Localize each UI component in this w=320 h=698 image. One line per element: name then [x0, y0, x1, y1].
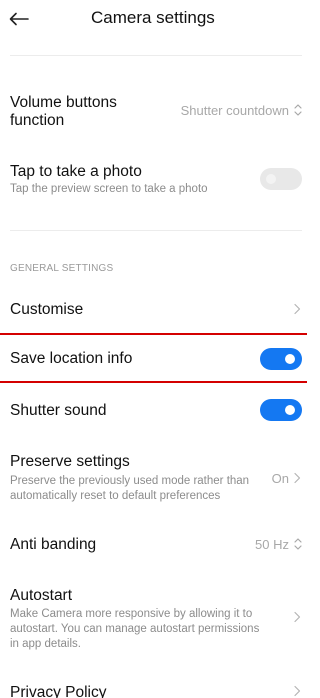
- customise-label: Customise: [10, 301, 84, 318]
- arrow-left-icon: [9, 12, 29, 26]
- preserve-settings-setting[interactable]: Preserve settings Preserve the previousl…: [0, 448, 307, 508]
- toggle-knob: [285, 354, 295, 364]
- privacy-policy-label: Privacy Policy: [10, 684, 107, 698]
- anti-banding-setting[interactable]: Anti banding 50 Hz: [0, 525, 307, 563]
- anti-banding-value: 50 Hz: [255, 537, 289, 552]
- tap-to-take-photo-setting: Tap to take a photo Tap the preview scre…: [0, 155, 307, 205]
- chevron-up-down-icon: [294, 104, 302, 116]
- preserve-settings-value: On: [271, 471, 289, 486]
- header: Camera settings: [0, 0, 307, 40]
- save-location-info-label: Save location info: [10, 350, 133, 367]
- chevron-right-icon: [294, 472, 301, 484]
- chevron-right-icon: [294, 685, 301, 697]
- shutter-sound-setting: Shutter sound: [0, 390, 307, 430]
- tap-to-take-photo-toggle[interactable]: [260, 168, 302, 190]
- page-title: Camera settings: [91, 8, 215, 27]
- chevron-right-icon: [294, 611, 301, 623]
- toggle-knob: [266, 174, 276, 184]
- anti-banding-label: Anti banding: [10, 536, 97, 553]
- save-location-info-toggle[interactable]: [260, 348, 302, 370]
- privacy-policy-setting[interactable]: Privacy Policy: [0, 672, 307, 698]
- save-location-info-setting: Save location info: [0, 335, 307, 381]
- divider: [10, 55, 302, 56]
- volume-buttons-label-line2: function: [10, 112, 65, 129]
- camera-settings-screen: Camera settings Volume buttons function …: [0, 0, 307, 698]
- chevron-right-icon: [294, 303, 301, 315]
- preserve-settings-description-line2: automatically reset to default preferenc…: [10, 490, 221, 502]
- section-title-general-settings: GENERAL SETTINGS: [10, 263, 114, 274]
- volume-buttons-value: Shutter countdown: [180, 103, 289, 118]
- divider: [10, 230, 302, 231]
- autostart-description-line2: autostart. You can manage autostart perm…: [10, 623, 260, 635]
- tap-to-take-photo-description: Tap the preview screen to take a photo: [10, 183, 208, 195]
- autostart-setting[interactable]: Autostart Make Camera more responsive by…: [0, 583, 307, 655]
- autostart-label: Autostart: [10, 587, 73, 604]
- preserve-settings-label: Preserve settings: [10, 453, 130, 470]
- chevron-up-down-icon: [294, 538, 302, 550]
- autostart-description-line1: Make Camera more responsive by allowing …: [10, 608, 253, 620]
- tap-to-take-photo-label: Tap to take a photo: [10, 163, 142, 180]
- toggle-knob: [285, 405, 295, 415]
- volume-buttons-label-line1: Volume buttons: [10, 94, 117, 111]
- shutter-sound-toggle[interactable]: [260, 399, 302, 421]
- customise-setting[interactable]: Customise: [0, 290, 307, 328]
- back-button[interactable]: [6, 6, 32, 32]
- autostart-description-line3: in app details.: [10, 638, 81, 650]
- volume-buttons-setting[interactable]: Volume buttons function Shutter countdow…: [0, 85, 307, 135]
- preserve-settings-description-line1: Preserve the previously used mode rather…: [10, 475, 250, 487]
- shutter-sound-label: Shutter sound: [10, 402, 107, 419]
